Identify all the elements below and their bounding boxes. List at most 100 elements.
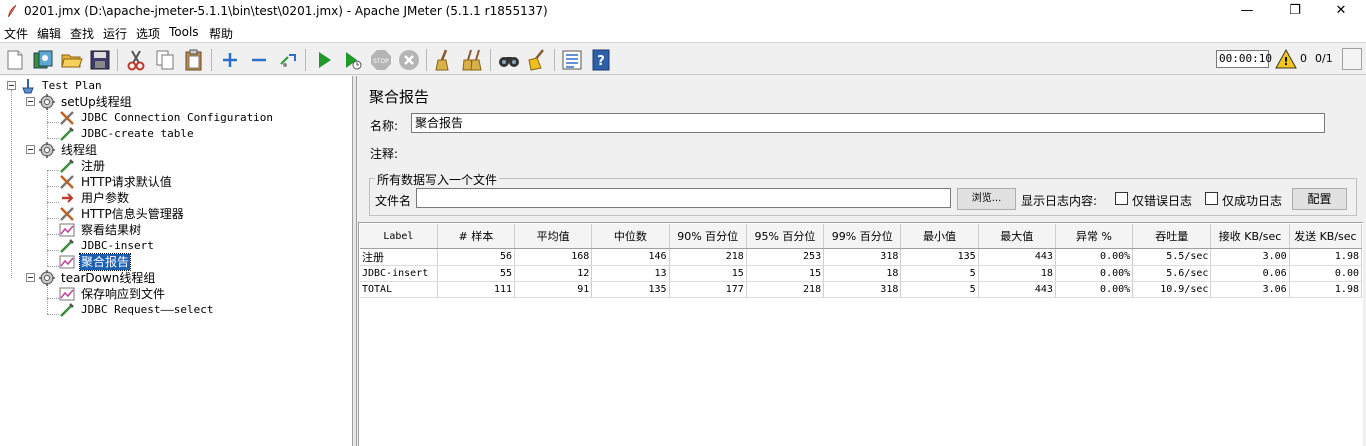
name-label: 名称: [370,119,399,133]
table-cell: 168 [514,248,593,266]
tree-line [47,250,59,251]
errors-only-checkbox[interactable] [1115,192,1128,205]
tree-node-view-results-tree[interactable]: 察看结果树 [59,222,199,238]
warning-icon[interactable]: ! [1275,48,1297,70]
col-header-label[interactable]: Label [360,224,438,249]
svg-text:?: ? [597,54,605,69]
expand-icon[interactable] [218,48,242,72]
close-button[interactable]: ✕ [1318,0,1364,23]
col-header-max[interactable]: 最大值 [978,224,1056,249]
tree-node-jdbc-insert[interactable]: JDBC-insert [59,238,179,254]
start-icon[interactable] [312,48,336,72]
tree-node-test-plan[interactable]: Test Plan [20,78,140,94]
col-header-p90[interactable]: 90% 百分位 [669,224,747,249]
minimize-button[interactable]: — [1224,0,1270,23]
table-row-total[interactable]: TOTAL 111 91 135 177 218 318 5 443 0.00%… [360,281,1363,298]
menu-file[interactable]: 文件 [4,25,28,42]
tree-node-setup-thread-group[interactable]: setUp线程组 [39,94,169,110]
col-header-samples[interactable]: # 样本 [437,224,516,249]
cut-icon[interactable] [124,48,148,72]
open-icon[interactable] [60,48,84,72]
col-header-error-pct[interactable]: 异常 % [1055,224,1134,249]
help-icon[interactable]: ? [589,48,613,72]
table-header-row: Label # 样本 平均值 中位数 90% 百分位 95% 百分位 99% 百… [360,224,1363,249]
collapse-thread-group[interactable] [26,145,35,154]
test-plan-icon [22,79,34,94]
search-icon[interactable] [497,48,521,72]
collapse-test-plan[interactable] [7,81,16,90]
menu-help[interactable]: 帮助 [209,25,233,42]
new-icon[interactable] [3,48,27,72]
save-icon[interactable] [88,48,112,72]
title-bar: 0201.jmx (D:\apache-jmeter-5.1.1\bin\tes… [0,0,1366,23]
comment-field[interactable] [405,141,1325,163]
table-cell: 218 [746,281,825,298]
browse-button[interactable]: 浏览... [957,188,1016,210]
maximize-button[interactable]: ❐ [1272,0,1318,23]
menu-run[interactable]: 运行 [103,25,127,42]
menu-edit[interactable]: 编辑 [37,25,61,42]
panel-splitter[interactable] [353,76,357,446]
tree-node-jdbc-request-select[interactable]: JDBC Request——select [59,302,239,318]
name-field[interactable]: 聚合报告 [411,113,1325,133]
sampler-icon [60,303,74,317]
templates-icon[interactable] [31,48,55,72]
config-icon [60,175,74,189]
success-only-checkbox[interactable] [1205,192,1218,205]
thread-group-icon [39,94,55,110]
tree-node-http-defaults[interactable]: HTTP请求默认值 [59,174,209,190]
paste-icon[interactable] [182,48,206,72]
tree-node-save-responses[interactable]: 保存响应到文件 [59,286,209,302]
toolbar: STOP ? 00:00:10 ! 0 0/1 [0,44,1366,75]
tree-node-header-manager[interactable]: HTTP信息头管理器 [59,206,219,222]
sampler-icon [60,239,74,253]
table-cell: 3.06 [1210,281,1290,298]
collapse-setup-group[interactable] [26,97,35,106]
tree-node-teardown-thread-group[interactable]: tearDown线程组 [39,270,179,286]
toggle-icon[interactable] [276,48,300,72]
collapse-teardown-group[interactable] [26,273,35,282]
col-header-median[interactable]: 中位数 [591,224,670,249]
col-header-received-kb[interactable]: 接收 KB/sec [1210,224,1290,249]
table-cell: 253 [746,248,825,266]
filename-input[interactable] [416,188,951,208]
clear-all-icon[interactable] [461,48,485,72]
tree-node-thread-group[interactable]: 线程组 [39,142,139,158]
table-cell: 0.00 [1289,265,1363,282]
error-count: 0 [1300,52,1307,65]
start-no-pauses-icon[interactable] [340,48,364,72]
clear-icon[interactable] [432,48,456,72]
table-row[interactable]: 注册 56 168 146 218 253 318 135 443 0.00% … [360,248,1363,266]
menu-tools[interactable]: Tools [169,25,199,39]
elapsed-timer: 00:00:10 [1216,50,1272,68]
tree-node-jdbc-create-table[interactable]: JDBC-create table [59,126,209,142]
col-header-p99[interactable]: 99% 百分位 [823,224,902,249]
toolbar-separator [211,49,212,71]
col-header-sent-kb[interactable]: 发送 KB/sec [1289,224,1363,249]
col-header-min[interactable]: 最小值 [900,224,979,249]
table-cell: 318 [823,248,902,266]
col-header-p95[interactable]: 95% 百分位 [746,224,825,249]
configure-button[interactable]: 配置 [1292,188,1347,210]
tree-line [47,170,59,171]
menu-options[interactable]: 选项 [136,25,160,42]
table-cell: 13 [591,265,670,282]
table-row[interactable]: JDBC-insert 55 12 13 15 15 18 5 18 0.00%… [360,265,1363,282]
shutdown-icon[interactable] [397,48,421,72]
menu-search[interactable]: 查找 [70,25,94,42]
toolbar-overflow[interactable] [1342,48,1362,70]
tree-node-jdbc-connection-config[interactable]: JDBC Connection Configuration [59,110,279,126]
collapse-icon[interactable] [247,48,271,72]
listener-icon [59,287,75,301]
tree-node-aggregate-report[interactable]: 聚合报告 [59,253,159,271]
table-cell: 91 [514,281,593,298]
col-header-throughput[interactable]: 吞吐量 [1132,224,1212,249]
function-helper-icon[interactable] [560,48,584,72]
tree-node-user-parameters[interactable]: 用户参数 [59,190,179,206]
copy-icon[interactable] [153,48,177,72]
stop-icon[interactable]: STOP [369,48,393,72]
table-cell: 5 [900,281,979,298]
tree-node-register[interactable]: 注册 [59,158,159,174]
reset-search-icon[interactable] [525,48,549,72]
col-header-average[interactable]: 平均值 [514,224,593,249]
